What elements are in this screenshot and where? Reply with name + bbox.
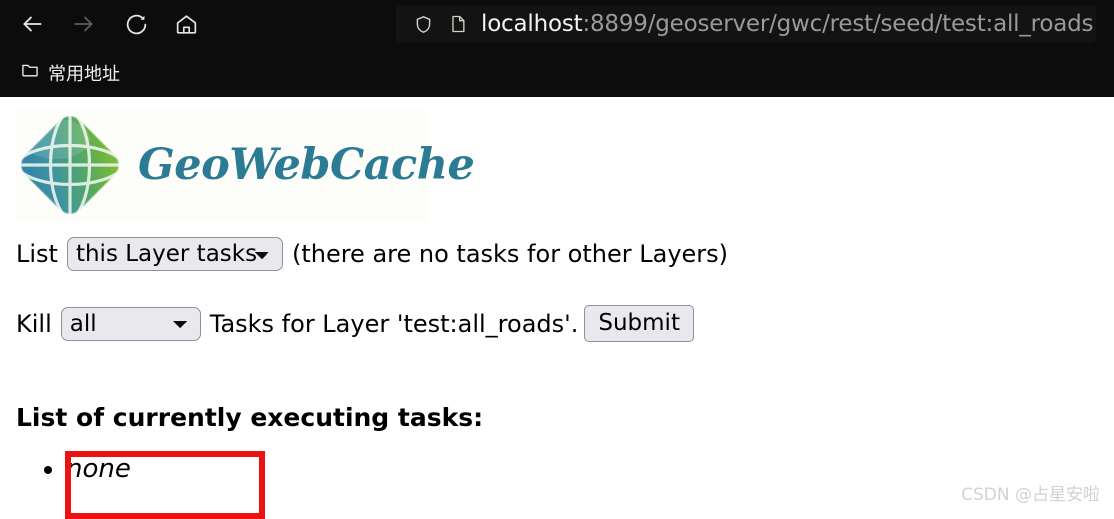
geowebcache-logo: GeoWebCache	[16, 109, 475, 221]
executing-tasks-list: none	[16, 447, 131, 491]
home-button[interactable]	[164, 5, 208, 43]
list-row-note: (there are no tasks for other Layers)	[291, 240, 729, 268]
submit-button[interactable]: Submit	[584, 305, 694, 342]
bookmark-folder-label: 常用地址	[48, 63, 120, 85]
kill-row-prefix: Kill	[16, 309, 52, 338]
list-scope-select[interactable]: this Layer tasks	[66, 237, 283, 271]
shield-icon[interactable]	[408, 9, 438, 39]
bookmark-folder-common-addresses[interactable]: 常用地址	[14, 57, 126, 89]
watermark: CSDN @占星安啦	[961, 485, 1100, 505]
list-item: none	[66, 447, 131, 491]
browser-navigation-bar: localhost:8899/geoserver/gwc/rest/seed/t…	[0, 0, 1114, 48]
back-button[interactable]	[10, 5, 54, 43]
page-info-icon[interactable]	[443, 9, 473, 39]
list-row-prefix: List	[16, 240, 58, 268]
forward-button[interactable]	[62, 5, 106, 43]
page-content: GeoWebCache List this Layer tasks (there…	[0, 97, 1114, 513]
reload-icon	[124, 12, 149, 37]
home-icon	[174, 12, 199, 37]
forward-arrow-icon	[71, 11, 97, 37]
address-bar-text: localhost:8899/geoserver/gwc/rest/seed/t…	[481, 11, 1094, 37]
logo-wordmark: GeoWebCache	[138, 140, 475, 190]
globe-diamond-icon	[16, 111, 124, 219]
kill-tasks-row: Kill all Tasks for Layer 'test:all_roads…	[16, 305, 694, 342]
url-path: :8899/geoserver/gwc/rest/seed/test:all_r…	[582, 11, 1094, 37]
browser-chrome: localhost:8899/geoserver/gwc/rest/seed/t…	[0, 0, 1114, 97]
kill-scope-select[interactable]: all	[60, 306, 201, 341]
address-bar[interactable]: localhost:8899/geoserver/gwc/rest/seed/t…	[396, 5, 1096, 43]
bookmarks-toolbar: 常用地址	[0, 48, 1114, 97]
back-arrow-icon	[19, 11, 45, 37]
kill-row-text: Tasks for Layer 'test:all_roads'.	[209, 309, 579, 338]
folder-icon	[20, 60, 40, 85]
url-host: localhost	[481, 11, 583, 37]
reload-button[interactable]	[114, 5, 158, 43]
executing-tasks-heading: List of currently executing tasks:	[16, 403, 484, 432]
list-tasks-row: List this Layer tasks (there are no task…	[16, 237, 728, 271]
